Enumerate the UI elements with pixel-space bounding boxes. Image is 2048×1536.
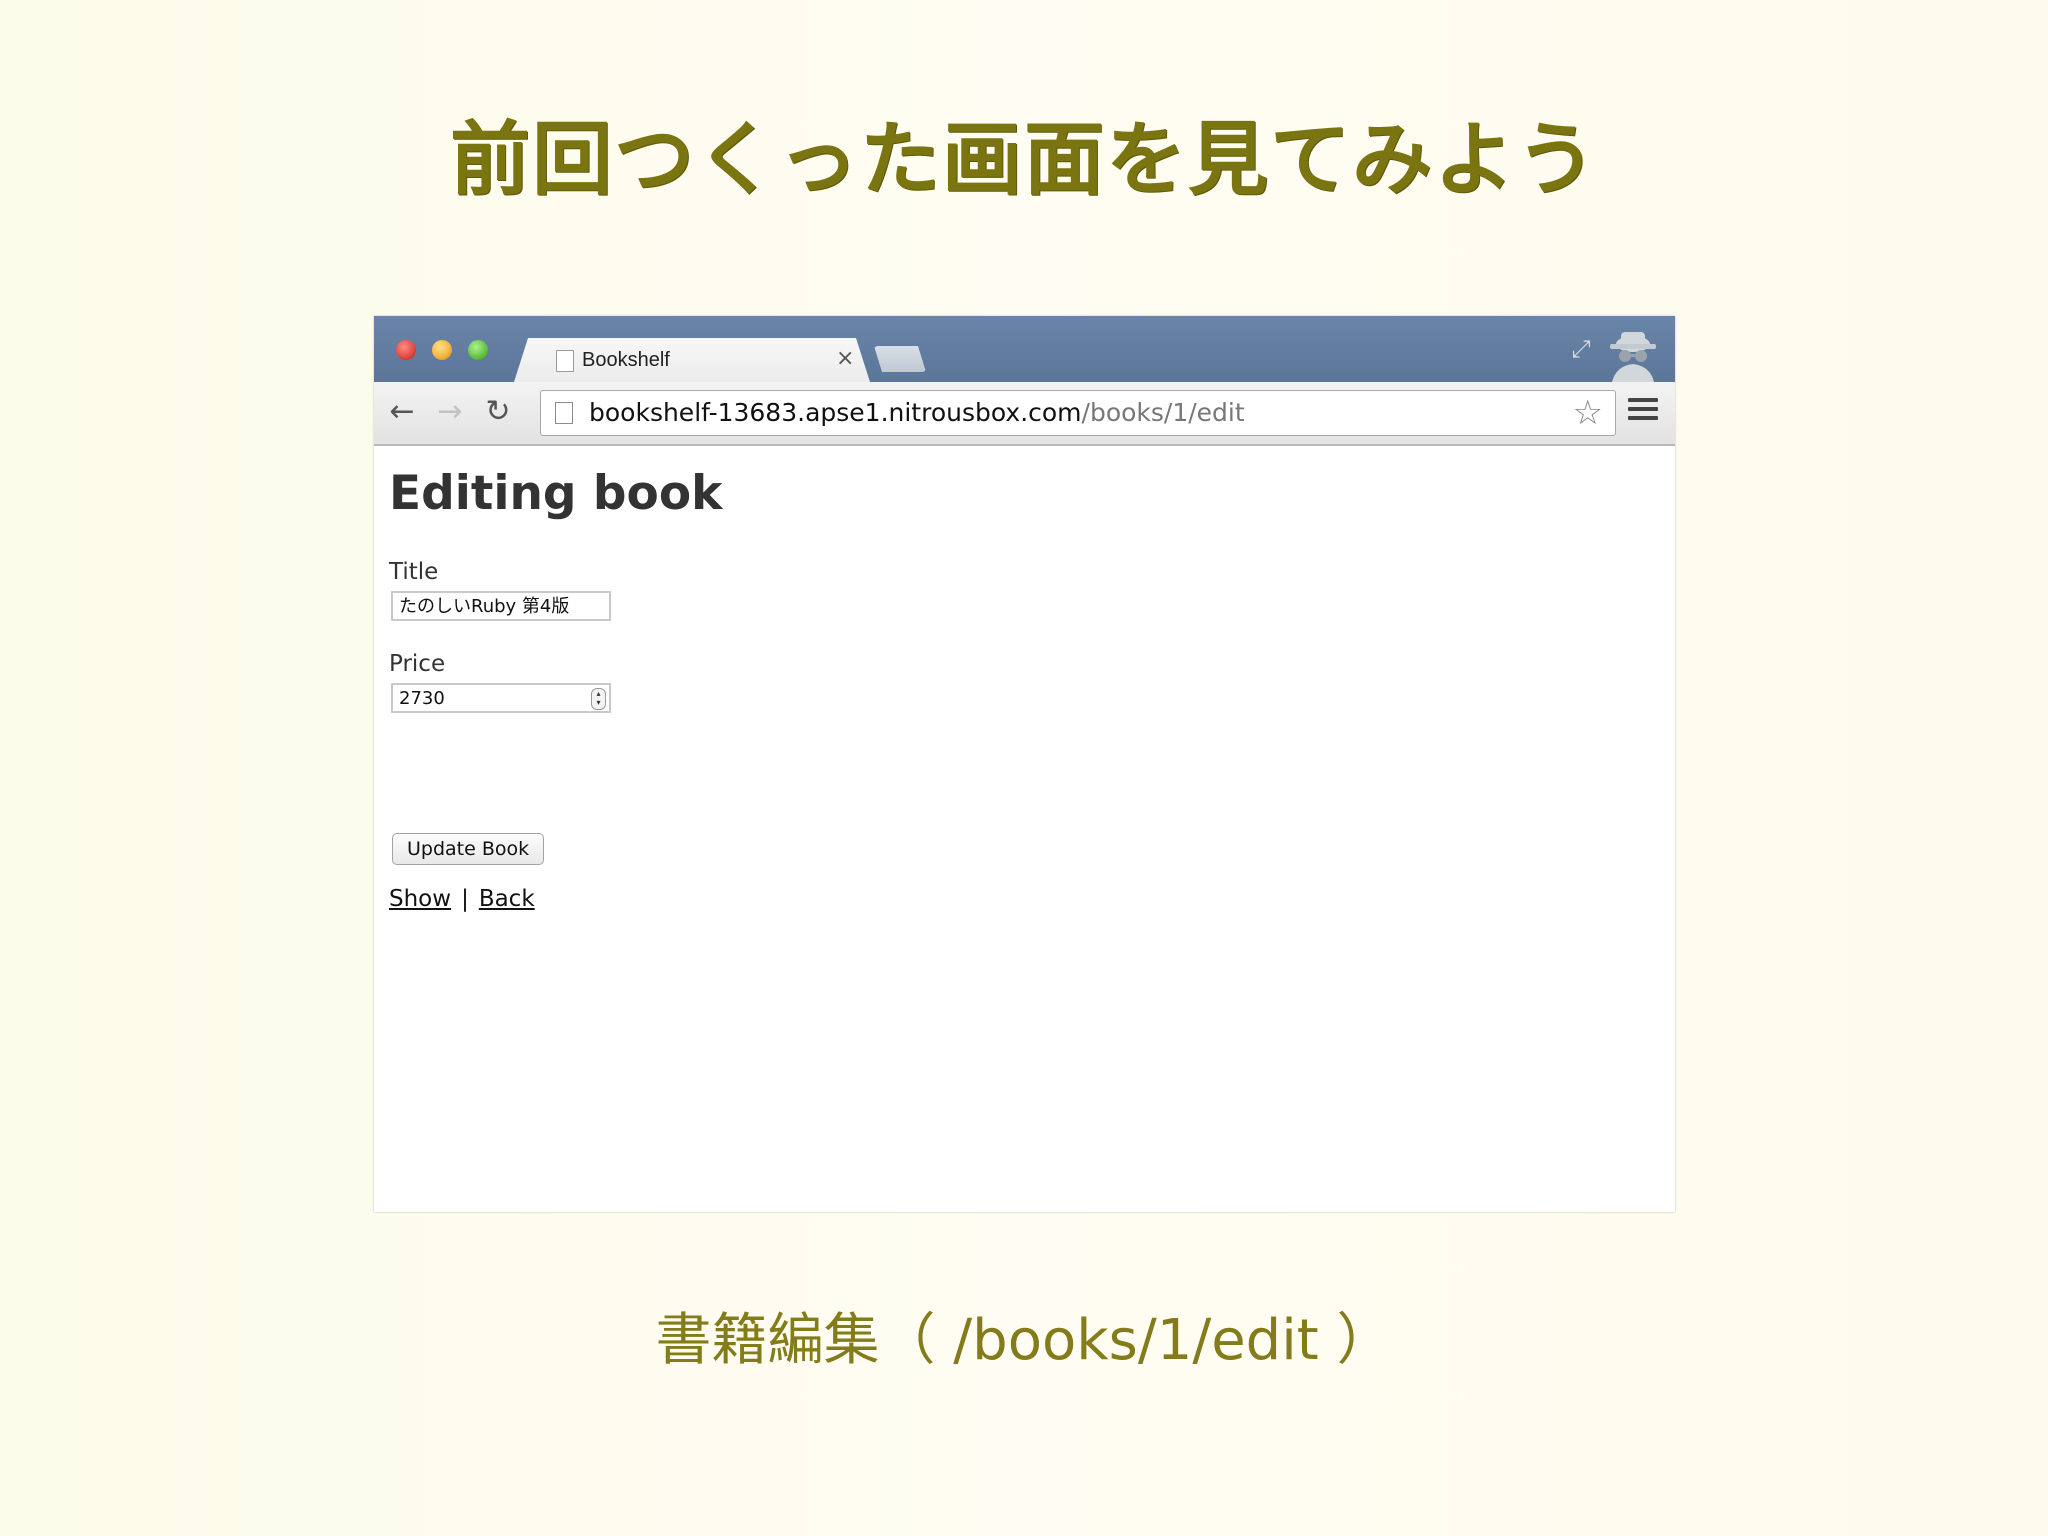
page-icon bbox=[556, 350, 574, 372]
browser-toolbar: ← → ↻ bookshelf-13683.apse1.nitrousbox.c… bbox=[374, 382, 1675, 446]
show-link[interactable]: Show bbox=[389, 886, 451, 912]
price-value: 2730 bbox=[399, 688, 445, 709]
new-tab-button[interactable] bbox=[874, 346, 926, 372]
bookmark-star-icon[interactable]: ☆ bbox=[1573, 393, 1603, 433]
back-link[interactable]: Back bbox=[479, 886, 535, 912]
tab-bookshelf[interactable]: Bookshelf × bbox=[514, 338, 870, 382]
close-tab-icon[interactable]: × bbox=[836, 346, 854, 371]
reload-icon[interactable]: ↻ bbox=[480, 394, 516, 430]
url-path: /books/1/edit bbox=[1081, 398, 1245, 427]
link-separator: | bbox=[461, 886, 469, 912]
address-bar[interactable]: bookshelf-13683.apse1.nitrousbox.com/boo… bbox=[540, 390, 1616, 436]
price-label: Price bbox=[389, 651, 446, 677]
price-stepper[interactable]: ▴ ▾ bbox=[591, 688, 606, 710]
back-arrow-icon[interactable]: ← bbox=[384, 394, 420, 430]
slide-caption: 書籍編集（ /books/1/edit ） bbox=[655, 1308, 1393, 1373]
slide-title: 前回つくった画面を見てみよう bbox=[450, 113, 1598, 206]
price-input[interactable]: 2730 ▴ ▾ bbox=[391, 683, 611, 713]
page-links: Show | Back bbox=[389, 886, 535, 912]
incognito-icon bbox=[1610, 332, 1656, 382]
tab-title: Bookshelf bbox=[582, 349, 670, 371]
browser-titlebar: Bookshelf × ⤢ bbox=[374, 316, 1675, 382]
browser-window: Bookshelf × ⤢ ← → ↻ bookshelf-13683.apse… bbox=[374, 316, 1675, 1212]
title-label: Title bbox=[389, 559, 439, 585]
page-icon bbox=[555, 402, 573, 424]
title-input[interactable]: たのしいRuby 第4版 bbox=[391, 591, 611, 621]
url-text[interactable]: bookshelf-13683.apse1.nitrousbox.com/boo… bbox=[589, 398, 1245, 427]
fullscreen-icon[interactable]: ⤢ bbox=[1566, 334, 1596, 364]
menu-icon[interactable] bbox=[1628, 398, 1658, 426]
minimize-window-button[interactable] bbox=[432, 340, 452, 360]
zoom-window-button[interactable] bbox=[468, 340, 488, 360]
forward-arrow-icon[interactable]: → bbox=[432, 394, 468, 430]
page-content: Editing book Title たのしいRuby 第4版 Price 27… bbox=[374, 446, 1675, 1212]
update-book-button[interactable]: Update Book bbox=[392, 833, 545, 865]
close-window-button[interactable] bbox=[396, 340, 416, 360]
url-host: bookshelf-13683.apse1.nitrousbox.com bbox=[589, 398, 1082, 427]
page-heading: Editing book bbox=[389, 466, 723, 521]
